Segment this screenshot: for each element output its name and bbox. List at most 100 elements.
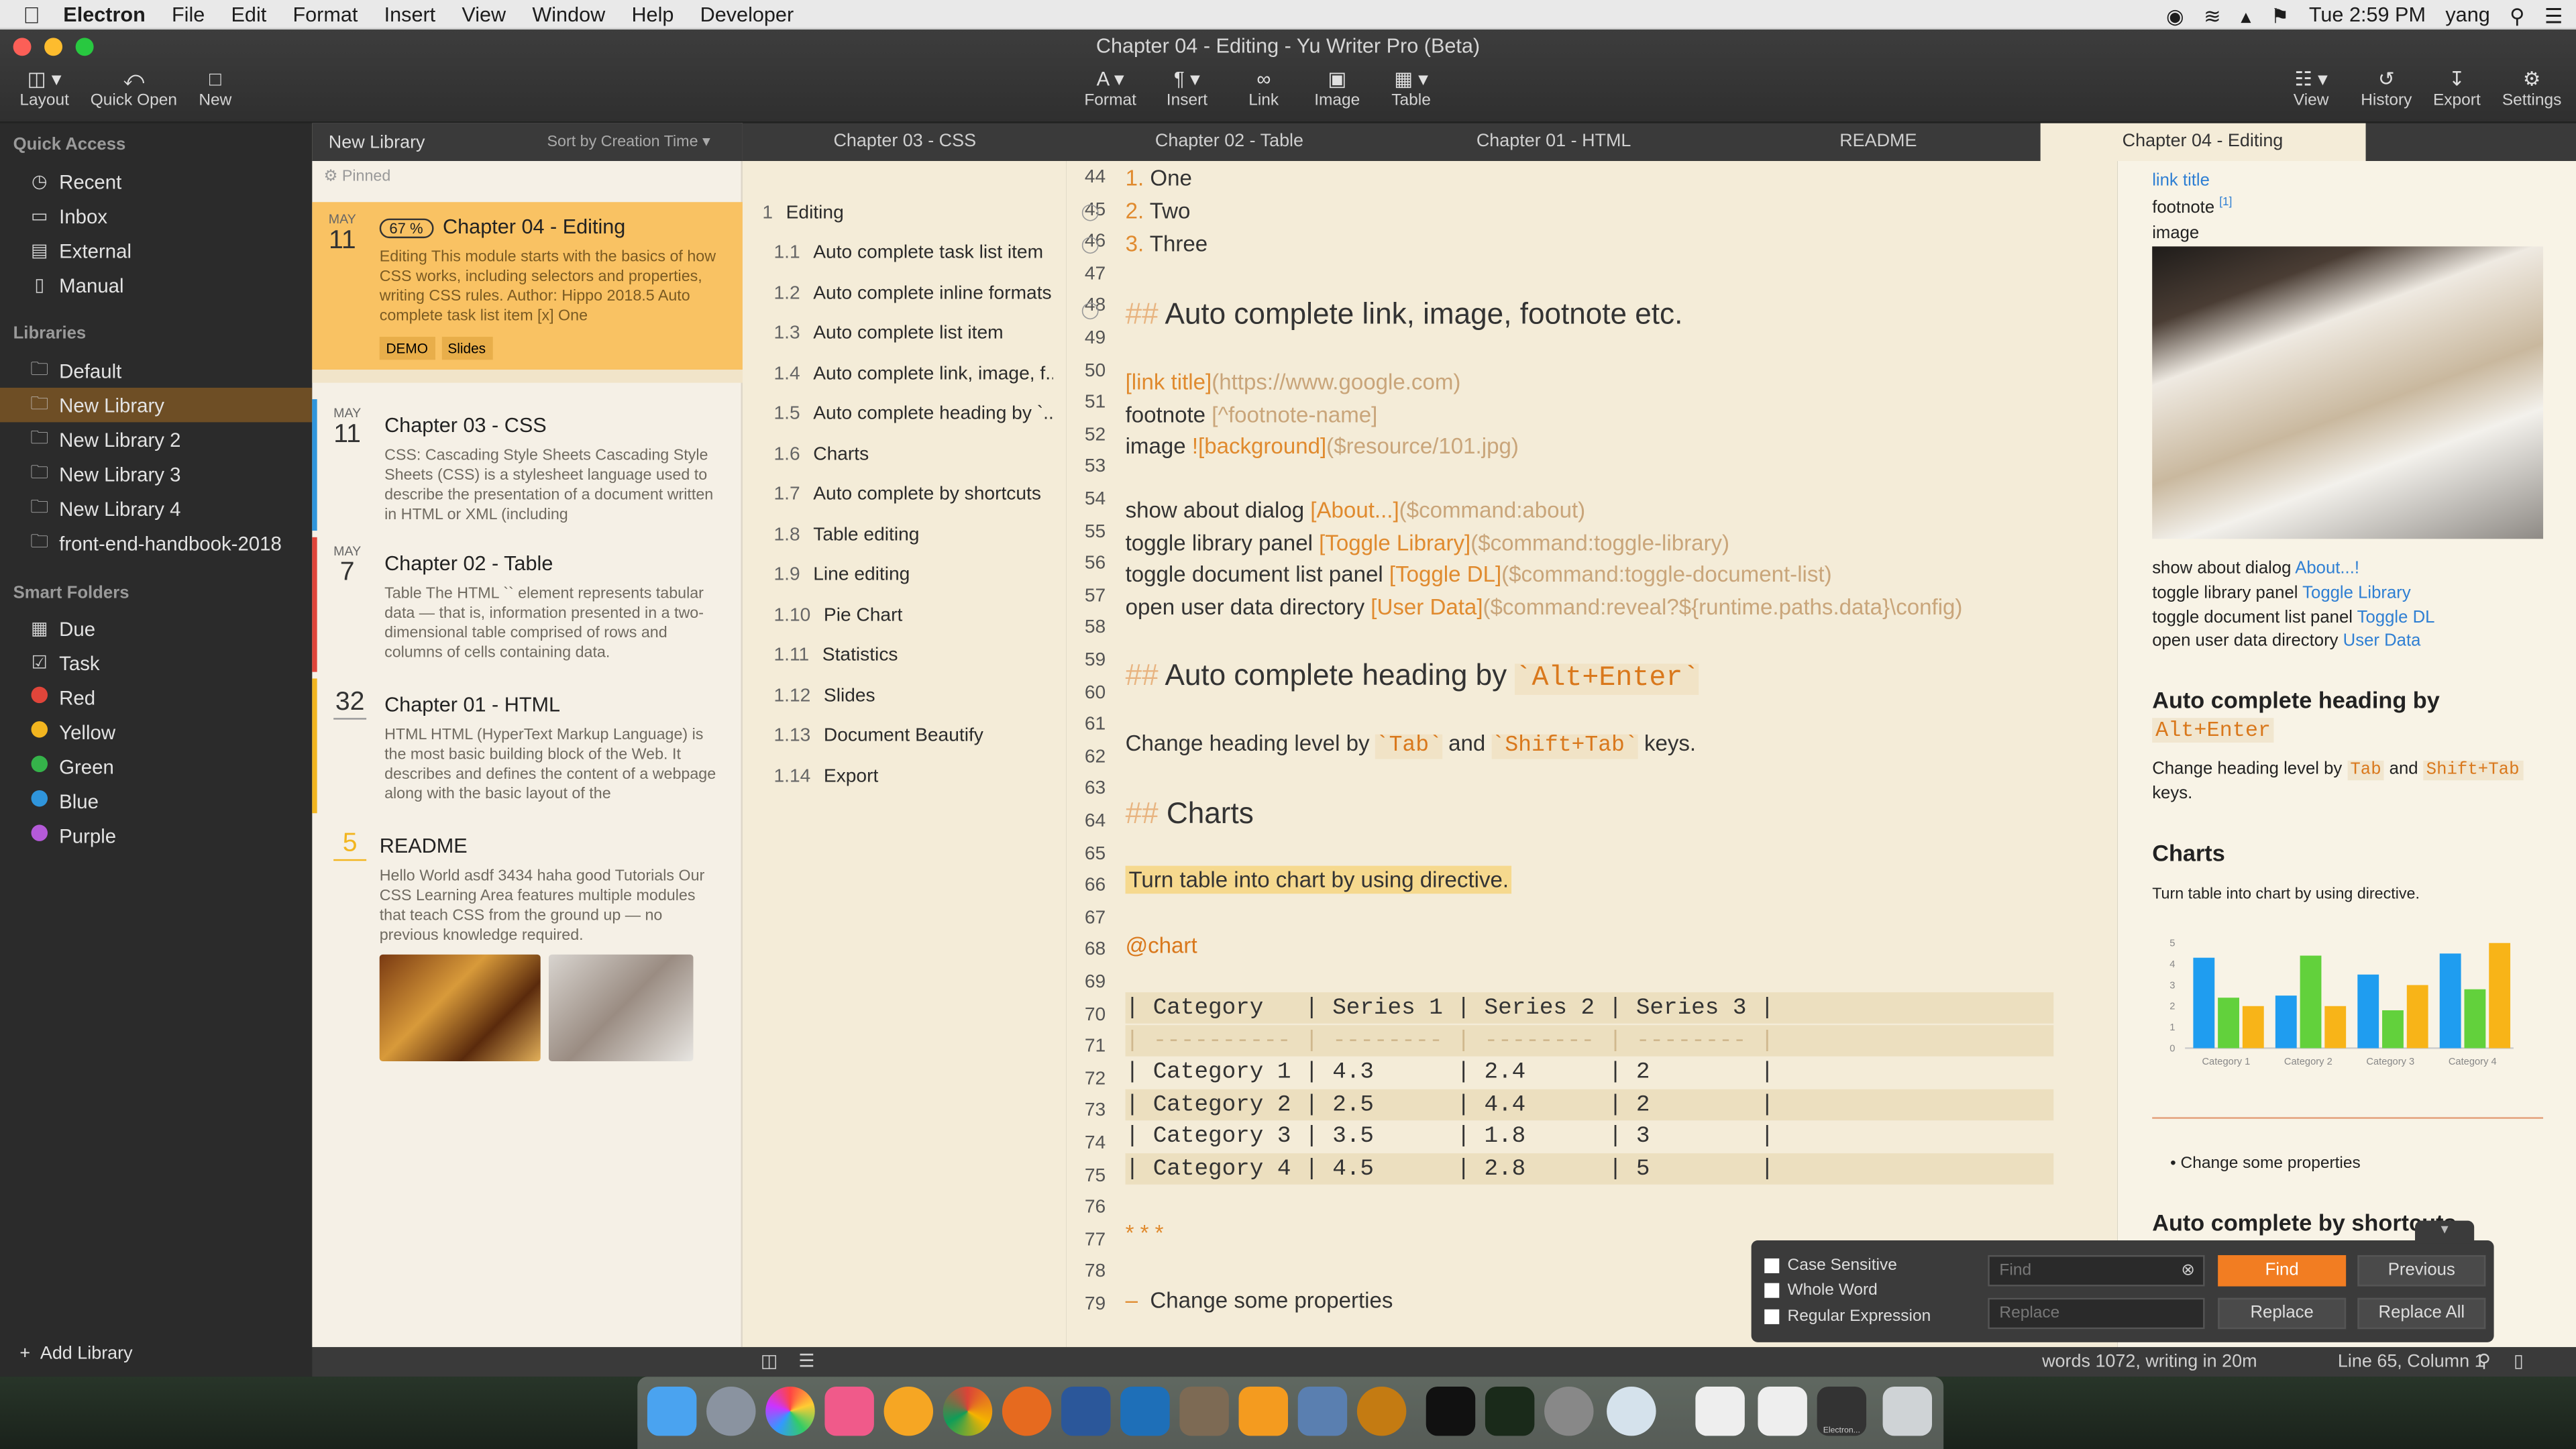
sidebar-item-new-library[interactable]: 🗀 New Library	[0, 387, 313, 423]
thumbnail-library-image[interactable]	[379, 954, 541, 1062]
collapse-icon[interactable]: ▾	[2415, 1220, 2475, 1244]
tab-chapter-03[interactable]: Chapter 03 - CSS	[743, 123, 1067, 161]
preview-link[interactable]: User Data	[2343, 631, 2421, 650]
outline-item[interactable]: 1.9 Line editing	[773, 565, 1053, 584]
tab-chapter-01[interactable]: Chapter 01 - HTML	[1391, 123, 1716, 161]
outline-item[interactable]: 1.11 Statistics	[773, 645, 1053, 665]
photos-icon[interactable]	[765, 1386, 815, 1436]
bulb-icon[interactable]: ◯	[1081, 237, 1099, 255]
toggle-panel-icon[interactable]: ◫	[761, 1350, 777, 1372]
checkbox-icon[interactable]	[1764, 1309, 1780, 1324]
clear-icon[interactable]: ⊗	[2181, 1262, 2195, 1280]
volume-icon[interactable]: ▴	[2241, 3, 2251, 28]
find-button[interactable]: Find	[2218, 1255, 2347, 1287]
footnote-sup[interactable]: [1]	[2219, 197, 2232, 209]
sort-dropdown[interactable]: Sort by Creation Time ▾	[547, 133, 710, 151]
bar[interactable]	[2242, 1006, 2264, 1049]
preview-link-title[interactable]: link title	[2152, 171, 2210, 191]
sidebar-item-purple[interactable]: Purple	[0, 818, 312, 853]
replace-input[interactable]: Replace	[1988, 1297, 2205, 1330]
yu-writer-icon[interactable]	[883, 1386, 934, 1436]
outline-item[interactable]: 1.8 Table editing	[773, 526, 1053, 545]
book-icon[interactable]: ▯	[2514, 1350, 2524, 1372]
menu-window[interactable]: Window	[519, 3, 619, 25]
bulb-icon[interactable]: ◯	[1081, 204, 1099, 222]
bar[interactable]	[2406, 985, 2428, 1049]
system-preferences-icon[interactable]	[1544, 1386, 1594, 1436]
bar[interactable]	[2275, 996, 2297, 1049]
menu-edit[interactable]: Edit	[218, 3, 280, 25]
apple-icon[interactable]: 	[23, 1, 40, 27]
menu-developer[interactable]: Developer	[687, 3, 807, 25]
search-icon[interactable]: ⚲	[2477, 1350, 2491, 1372]
menu-view[interactable]: View	[449, 3, 519, 25]
new-button[interactable]: □ New	[199, 66, 231, 110]
export-button[interactable]: ↧ Export	[2433, 66, 2481, 110]
view-button[interactable]: ☷ ▾ View	[2294, 66, 2329, 110]
tab-readme[interactable]: README	[1716, 123, 2041, 161]
previous-button[interactable]: Previous	[2357, 1255, 2486, 1287]
history-button[interactable]: ↺ History	[2361, 66, 2412, 110]
sidebar-item-front-end-handbook[interactable]: 🗀 front-end-handbook-2018	[0, 526, 312, 560]
sidebar-item-green[interactable]: Green	[0, 749, 312, 784]
outline-item[interactable]: 1.12 Slides	[773, 687, 1053, 706]
add-library-button[interactable]: + Add Library	[0, 1336, 312, 1370]
outline-item[interactable]: 1.13 Document Beautify	[773, 726, 1053, 745]
whole-word-option[interactable]: Whole Word	[1764, 1281, 1878, 1299]
image-button[interactable]: ▣ Image	[1314, 66, 1360, 110]
sidebar-item-yellow[interactable]: Yellow	[0, 714, 312, 749]
bar[interactable]	[2324, 1006, 2347, 1049]
sidebar-item-red[interactable]: Red	[0, 680, 312, 714]
vscode-icon[interactable]	[1120, 1386, 1170, 1436]
sidebar-item-blue[interactable]: Blue	[0, 784, 312, 818]
sidebar-item-task[interactable]: ☑ Task	[0, 645, 312, 680]
outline-item[interactable]: 1.4 Auto complete link, image, f...	[773, 365, 1053, 384]
bar[interactable]	[2193, 957, 2215, 1049]
status-icon[interactable]: ◉	[2166, 3, 2184, 28]
tag[interactable]: Slides	[441, 337, 492, 360]
replace-button[interactable]: Replace	[2218, 1297, 2347, 1330]
sidebar-item-default[interactable]: 🗀 Default	[0, 354, 312, 388]
menu-app[interactable]: Electron	[50, 3, 159, 25]
clock-text[interactable]: Tue 2:59 PM	[2309, 3, 2426, 26]
window-thumbnail-icon[interactable]	[1695, 1386, 1745, 1436]
sidebar-item-new-library-4[interactable]: 🗀 New Library 4	[0, 491, 312, 525]
preview-image[interactable]	[2152, 246, 2544, 539]
settings-button[interactable]: ⚙ Settings	[2502, 66, 2562, 110]
gimp-icon[interactable]	[1179, 1386, 1229, 1436]
terminal-icon[interactable]	[1426, 1386, 1476, 1436]
doc-card-chapter-04[interactable]: MAY 11 67 % Chapter 04 - Editing Editing T…	[312, 202, 743, 370]
electron-icon[interactable]	[1607, 1386, 1656, 1436]
user-name[interactable]: yang	[2445, 3, 2489, 26]
outline-item[interactable]: 1.1 Auto complete task list item	[773, 243, 1053, 262]
menu-insert[interactable]: Insert	[371, 3, 449, 25]
replace-all-button[interactable]: Replace All	[2357, 1297, 2486, 1330]
menu-help[interactable]: Help	[619, 3, 687, 25]
outline-item[interactable]: 1.2 Auto complete inline formats	[773, 284, 1053, 304]
thumbnail-desk-image[interactable]	[548, 954, 694, 1062]
outline-item[interactable]: 1.14 Export	[773, 767, 1053, 787]
virtualbox-icon[interactable]	[1297, 1386, 1348, 1436]
find-input[interactable]: Find ⊗	[1988, 1255, 2205, 1287]
checkbox-icon[interactable]	[1764, 1283, 1780, 1298]
outline-item[interactable]: 1.6 Charts	[773, 445, 1053, 465]
list-icon[interactable]: ☰	[798, 1350, 814, 1372]
launchpad-icon[interactable]	[706, 1386, 756, 1436]
search-icon[interactable]: ⚲	[2510, 3, 2524, 28]
preview-link[interactable]: Toggle DL	[2357, 608, 2435, 627]
outline-item[interactable]: 1.7 Auto complete by shortcuts	[773, 484, 1053, 504]
bar[interactable]	[2382, 1010, 2404, 1049]
itunes-icon[interactable]	[824, 1386, 874, 1436]
sidebar-item-manual[interactable]: ▯ Manual	[0, 268, 312, 302]
sidebar-item-inbox[interactable]: ▭ Inbox	[0, 199, 312, 233]
music-player-icon[interactable]	[1356, 1386, 1407, 1436]
regex-option[interactable]: Regular Expression	[1764, 1307, 1931, 1326]
checkbox-icon[interactable]	[1764, 1258, 1780, 1273]
finder-icon[interactable]	[647, 1386, 697, 1436]
markdown-editor[interactable]: 44 45 46 47 48 49 50 51 52 53 54 55 56 57 58 59 60 61 62 63…	[1066, 161, 2118, 1348]
table-button[interactable]: ▦ ▾ Table	[1391, 66, 1431, 110]
quick-open-button[interactable]: ⤺ Quick Open	[91, 66, 177, 110]
insert-button[interactable]: ¶ ▾ Insert	[1167, 66, 1208, 110]
flag-icon[interactable]: ⚑	[2271, 3, 2289, 28]
activity-monitor-icon[interactable]	[1485, 1386, 1535, 1436]
